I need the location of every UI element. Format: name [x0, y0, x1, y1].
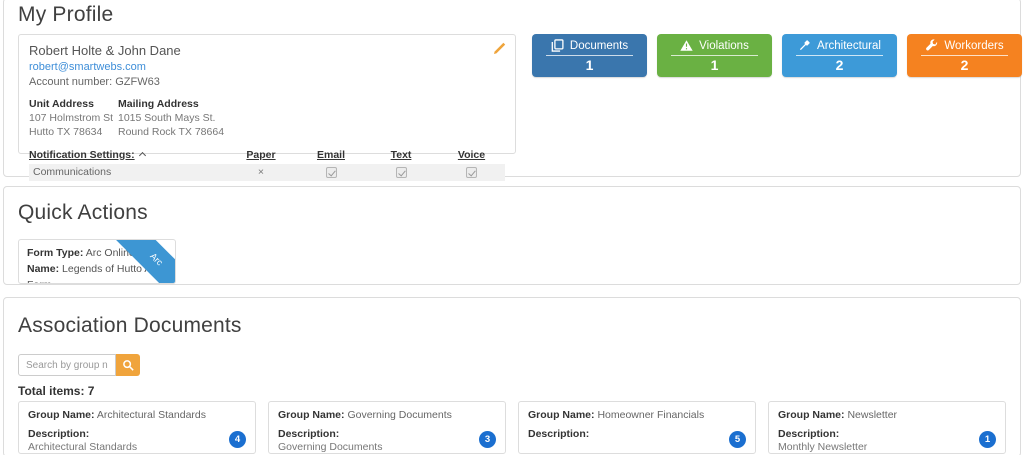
- arc-form-card[interactable]: Form Type: Arc Online Form Name: Legends…: [18, 239, 176, 284]
- document-count-badge: 5: [729, 431, 746, 448]
- group-name-value: Governing Documents: [347, 409, 451, 421]
- description-label: Description:: [528, 428, 746, 440]
- quick-actions-title: Quick Actions: [18, 187, 1006, 225]
- mailing-address-label: Mailing Address: [118, 97, 224, 111]
- violations-stat-card[interactable]: Violations 1: [657, 34, 772, 77]
- column-header-email[interactable]: Email: [296, 149, 366, 161]
- stat-label: Architectural: [817, 40, 881, 52]
- paper-x-mark: ×: [226, 166, 296, 178]
- group-name-value: Architectural Standards: [97, 409, 206, 421]
- group-name-label: Group Name:: [528, 409, 595, 421]
- description-value: Architectural Standards: [28, 441, 246, 453]
- account-number: Account number: GZFW63: [29, 76, 505, 88]
- group-name-label: Group Name:: [778, 409, 845, 421]
- description-label: Description:: [278, 428, 496, 440]
- portal-dashboard: My Profile Robert Holte & John Dane robe…: [0, 0, 1024, 453]
- notification-settings-table: Notification Settings: Paper Email Text …: [29, 149, 505, 181]
- description-value: Governing Documents: [278, 441, 496, 453]
- profile-name: Robert Holte & John Dane: [29, 43, 505, 58]
- stat-count: 1: [657, 57, 772, 73]
- document-group-card[interactable]: Group Name: Newsletter Description: Mont…: [768, 401, 1006, 454]
- group-name-label: Group Name:: [278, 409, 345, 421]
- stat-label: Violations: [699, 40, 749, 52]
- workorders-stat-card[interactable]: Workorders 2: [907, 34, 1022, 77]
- profile-email-link[interactable]: robert@smartwebs.com: [29, 61, 505, 73]
- group-name-value: Homeowner Financials: [597, 409, 704, 421]
- unit-address-line2: Hutto TX 78634: [29, 125, 118, 139]
- stat-count: 1: [532, 57, 647, 73]
- notification-settings-sort-header[interactable]: Notification Settings:: [29, 149, 226, 161]
- quick-actions-section: Quick Actions Form Type: Arc Online Form…: [3, 186, 1021, 285]
- document-group-list: Group Name: Architectural Standards Desc…: [18, 401, 1006, 454]
- row-label: Communications: [29, 166, 226, 178]
- mailing-address-line2: Round Rock TX 78664: [118, 125, 224, 139]
- table-row: Communications ×: [29, 164, 505, 181]
- search-icon: [122, 359, 134, 371]
- text-checkbox-checked: [396, 167, 407, 178]
- mailing-address-line1: 1015 South Mays St.: [118, 111, 224, 125]
- form-name-label: Name:: [27, 263, 59, 275]
- document-count-badge: 3: [479, 431, 496, 448]
- search-input[interactable]: [18, 354, 116, 376]
- stat-count: 2: [907, 57, 1022, 73]
- document-count-badge: 1: [979, 431, 996, 448]
- gavel-icon: [798, 39, 811, 52]
- stat-cards: Documents 1 Violations 1: [532, 34, 1022, 154]
- group-name-label: Group Name:: [28, 409, 95, 421]
- group-name-value: Newsletter: [847, 409, 897, 421]
- column-header-voice[interactable]: Voice: [436, 149, 507, 161]
- stat-count: 2: [782, 57, 897, 73]
- document-group-card[interactable]: Group Name: Homeowner Financials Descrip…: [518, 401, 756, 454]
- association-documents-title: Association Documents: [18, 298, 1006, 338]
- mailing-address-block: Mailing Address 1015 South Mays St. Roun…: [118, 97, 224, 140]
- pencil-icon: [493, 41, 507, 55]
- my-profile-title: My Profile: [18, 0, 1006, 27]
- warning-triangle-icon: [680, 39, 693, 52]
- email-checkbox-checked: [326, 167, 337, 178]
- unit-address-label: Unit Address: [29, 97, 118, 111]
- documents-icon: [551, 39, 564, 52]
- stat-label: Documents: [570, 40, 628, 52]
- profile-card: Robert Holte & John Dane robert@smartweb…: [18, 34, 516, 154]
- form-type-label: Form Type:: [27, 247, 83, 259]
- stat-label: Workorders: [944, 40, 1003, 52]
- sort-ascending-icon: [139, 151, 146, 158]
- documents-stat-card[interactable]: Documents 1: [532, 34, 647, 77]
- wrench-icon: [925, 39, 938, 52]
- document-count-badge: 4: [229, 431, 246, 448]
- edit-profile-button[interactable]: [493, 41, 507, 55]
- description-label: Description:: [778, 428, 996, 440]
- association-documents-section: Association Documents Total items: 7 Gro…: [3, 297, 1021, 455]
- description-label: Description:: [28, 428, 246, 440]
- document-group-card[interactable]: Group Name: Architectural Standards Desc…: [18, 401, 256, 454]
- voice-checkbox-checked: [466, 167, 477, 178]
- document-group-card[interactable]: Group Name: Governing Documents Descript…: [268, 401, 506, 454]
- total-items-label: Total items: 7: [18, 384, 1006, 398]
- unit-address-line1: 107 Holmstrom St: [29, 111, 118, 125]
- unit-address-block: Unit Address 107 Holmstrom St Hutto TX 7…: [29, 97, 118, 140]
- my-profile-section: My Profile Robert Holte & John Dane robe…: [3, 0, 1021, 177]
- search-button[interactable]: [116, 354, 140, 376]
- column-header-text[interactable]: Text: [366, 149, 436, 161]
- architectural-stat-card[interactable]: Architectural 2: [782, 34, 897, 77]
- description-value: Monthly Newsletter: [778, 441, 996, 453]
- column-header-paper[interactable]: Paper: [226, 149, 296, 161]
